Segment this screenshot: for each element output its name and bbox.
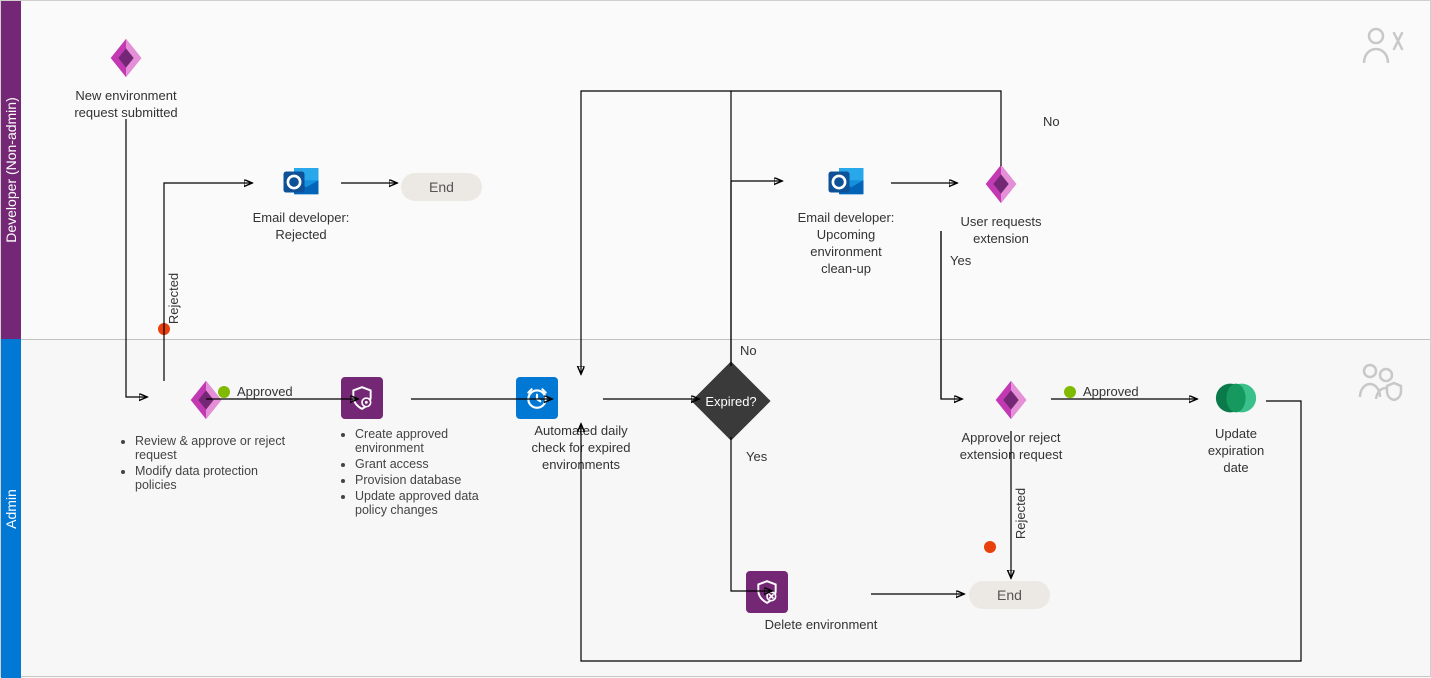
- connectors: [1, 1, 1431, 678]
- flowchart-canvas: Developer (Non-admin) Admin New environm…: [0, 0, 1431, 677]
